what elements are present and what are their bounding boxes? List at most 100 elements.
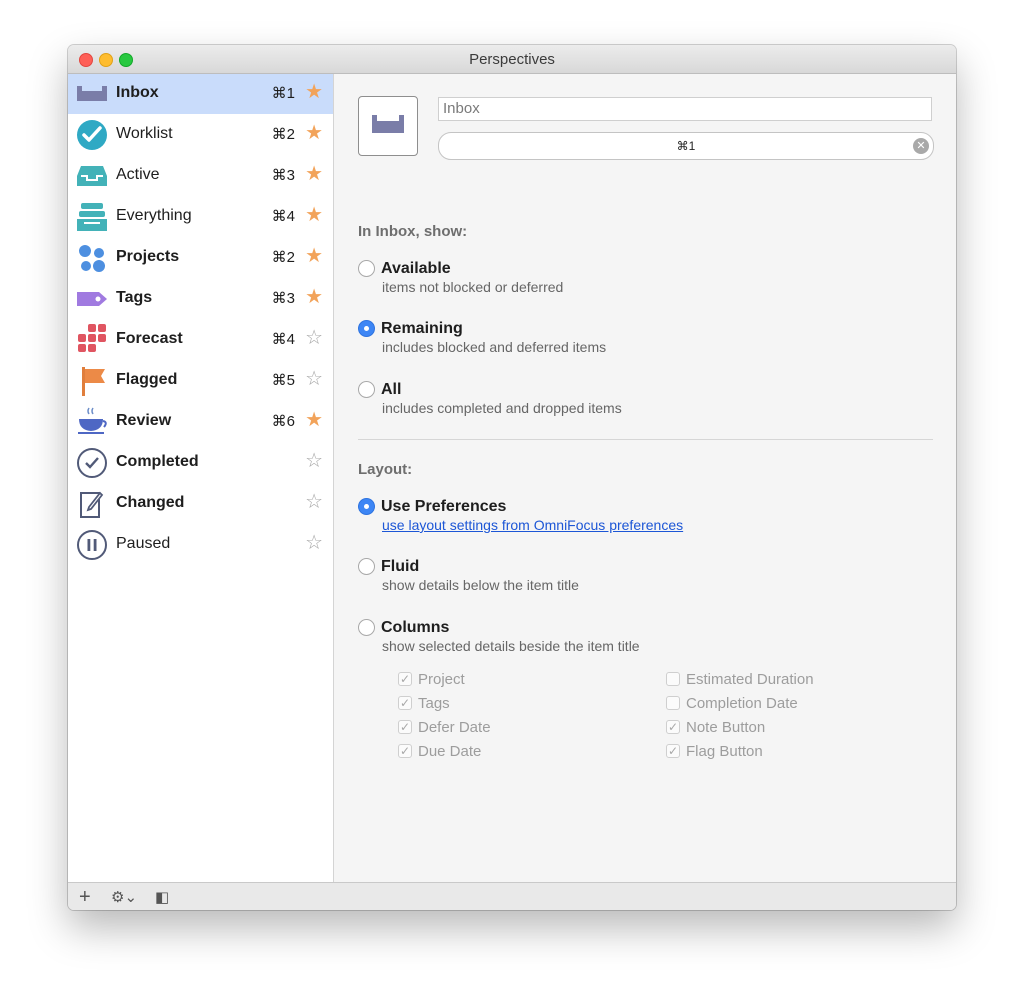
option-columns-desc: show selected details beside the item ti…	[382, 638, 640, 654]
checkbox-box[interactable]: ✓	[666, 720, 680, 734]
option-remaining-desc: includes blocked and deferred items	[382, 339, 607, 355]
perspective-detail-pane: Inbox ⌘1 ✕ In Inbox, show: Available ite…	[334, 74, 956, 882]
show-section-label: In Inbox, show:	[358, 223, 468, 240]
forecast-grid-icon	[76, 324, 108, 356]
perspectives-sidebar: Inbox ⌘1 ★ Worklist ⌘2 ★ Active ⌘3 ★ Eve…	[68, 74, 334, 882]
perspectives-window: Perspectives Inbox ⌘1 ★ Worklist ⌘2 ★ Ac…	[68, 45, 956, 910]
add-perspective-button[interactable]: +	[79, 887, 91, 907]
favorite-star-icon[interactable]: ☆	[305, 327, 323, 349]
favorite-star-icon[interactable]: ★	[305, 409, 323, 431]
window-title: Perspectives	[469, 51, 555, 68]
favorite-star-icon[interactable]: ☆	[305, 491, 323, 513]
option-all-title: All	[381, 381, 402, 398]
sidebar-item-label: Worklist	[116, 125, 173, 142]
active-tray-icon	[76, 160, 108, 192]
checkbox-box[interactable]: ✓	[398, 744, 412, 758]
omnifocus-preferences-link[interactable]: use layout settings from OmniFocus prefe…	[382, 517, 683, 533]
checkbox-box[interactable]: ✓	[666, 744, 680, 758]
checkbox-box[interactable]	[666, 672, 680, 686]
sidebar-item-forecast[interactable]: Forecast ⌘4 ☆	[68, 320, 333, 360]
shortcut-label: ⌘4	[271, 208, 295, 225]
sidebar-item-label: Everything	[116, 207, 192, 224]
sidebar-item-label: Changed	[116, 494, 185, 511]
projects-dots-icon	[76, 242, 108, 274]
sidebar-toggle-icon[interactable]: ◧	[155, 888, 169, 908]
tag-icon	[76, 283, 108, 315]
changed-edit-icon	[76, 488, 108, 520]
shortcut-label: ⌘5	[271, 372, 295, 389]
option-all-desc: includes completed and dropped items	[382, 400, 622, 416]
sidebar-item-label: Completed	[116, 453, 199, 470]
inbox-icon	[76, 78, 108, 110]
checkbox-box[interactable]	[666, 696, 680, 710]
section-divider	[358, 439, 933, 440]
shortcut-label: ⌘2	[271, 249, 295, 266]
gear-menu-icon[interactable]: ⚙⌄	[111, 888, 137, 908]
option-available-desc: items not blocked or deferred	[382, 279, 564, 295]
perspective-icon-well[interactable]	[358, 96, 418, 156]
shortcut-label: ⌘4	[271, 331, 295, 348]
checkbox-label: Completion Date	[686, 695, 798, 712]
favorite-star-icon[interactable]: ★	[305, 81, 323, 103]
sidebar-item-completed[interactable]: Completed ☆	[68, 443, 333, 483]
checkbox-label: Project	[418, 671, 465, 688]
checkbox-label: Flag Button	[686, 743, 763, 760]
shortcut-label: ⌘6	[271, 413, 295, 430]
shortcut-label: ⌘3	[271, 167, 295, 184]
sidebar-item-review[interactable]: Review ⌘6 ★	[68, 402, 333, 442]
option-available-title: Available	[381, 260, 451, 277]
favorite-star-icon[interactable]: ☆	[305, 368, 323, 390]
sidebar-item-inbox[interactable]: Inbox ⌘1 ★	[68, 74, 333, 114]
radio-use-preferences[interactable]	[358, 498, 375, 515]
sidebar-item-label: Projects	[116, 248, 180, 265]
option-fluid-desc: show details below the item title	[382, 577, 579, 593]
sidebar-item-paused[interactable]: Paused ☆	[68, 525, 333, 565]
sidebar-item-active[interactable]: Active ⌘3 ★	[68, 156, 333, 196]
radio-available[interactable]	[358, 260, 375, 277]
inbox-icon	[372, 115, 404, 133]
sidebar-item-everything[interactable]: Everything ⌘4 ★	[68, 197, 333, 237]
sidebar-item-projects[interactable]: Projects ⌘2 ★	[68, 238, 333, 278]
checkbox-label: Estimated Duration	[686, 671, 814, 688]
checkbox-box[interactable]: ✓	[398, 720, 412, 734]
favorite-star-icon[interactable]: ★	[305, 204, 323, 226]
completed-check-icon	[76, 447, 108, 479]
sidebar-item-label: Active	[116, 166, 160, 183]
favorite-star-icon[interactable]: ★	[305, 286, 323, 308]
sidebar-item-label: Inbox	[116, 84, 159, 101]
checkbox-box[interactable]: ✓	[398, 696, 412, 710]
checkbox-label: Due Date	[418, 743, 482, 760]
favorite-star-icon[interactable]: ☆	[305, 532, 323, 554]
sidebar-item-label: Tags	[116, 289, 153, 306]
sidebar-item-flagged[interactable]: Flagged ⌘5 ☆	[68, 361, 333, 401]
bottom-toolbar: + ⚙⌄ ◧	[68, 882, 956, 910]
option-fluid-title: Fluid	[381, 558, 420, 575]
favorite-star-icon[interactable]: ★	[305, 245, 323, 267]
sidebar-item-label: Forecast	[116, 330, 183, 347]
clear-shortcut-icon[interactable]: ✕	[913, 138, 929, 154]
radio-remaining[interactable]	[358, 320, 375, 337]
shortcut-label: ⌘3	[271, 290, 295, 307]
paused-icon	[76, 529, 108, 561]
sidebar-item-label: Review	[116, 412, 172, 429]
radio-fluid[interactable]	[358, 558, 375, 575]
flag-icon	[76, 365, 108, 397]
favorite-star-icon[interactable]: ★	[305, 163, 323, 185]
checkbox-box[interactable]: ✓	[398, 672, 412, 686]
perspective-name-field[interactable]: Inbox	[438, 97, 932, 121]
favorite-star-icon[interactable]: ★	[305, 122, 323, 144]
shortcut-recorder-field[interactable]: ⌘1 ✕	[438, 132, 934, 160]
checkbox-label: Note Button	[686, 719, 766, 736]
everything-stack-icon	[76, 201, 108, 233]
sidebar-item-worklist[interactable]: Worklist ⌘2 ★	[68, 115, 333, 155]
shortcut-label: ⌘1	[271, 85, 295, 102]
sidebar-item-label: Flagged	[116, 371, 178, 388]
radio-all[interactable]	[358, 381, 375, 398]
shortcut-label: ⌘2	[271, 126, 295, 143]
sidebar-item-changed[interactable]: Changed ☆	[68, 484, 333, 524]
sidebar-item-tags[interactable]: Tags ⌘3 ★	[68, 279, 333, 319]
sidebar-item-label: Paused	[116, 535, 171, 552]
radio-columns[interactable]	[358, 619, 375, 636]
favorite-star-icon[interactable]: ☆	[305, 450, 323, 472]
review-cup-icon	[76, 406, 108, 438]
